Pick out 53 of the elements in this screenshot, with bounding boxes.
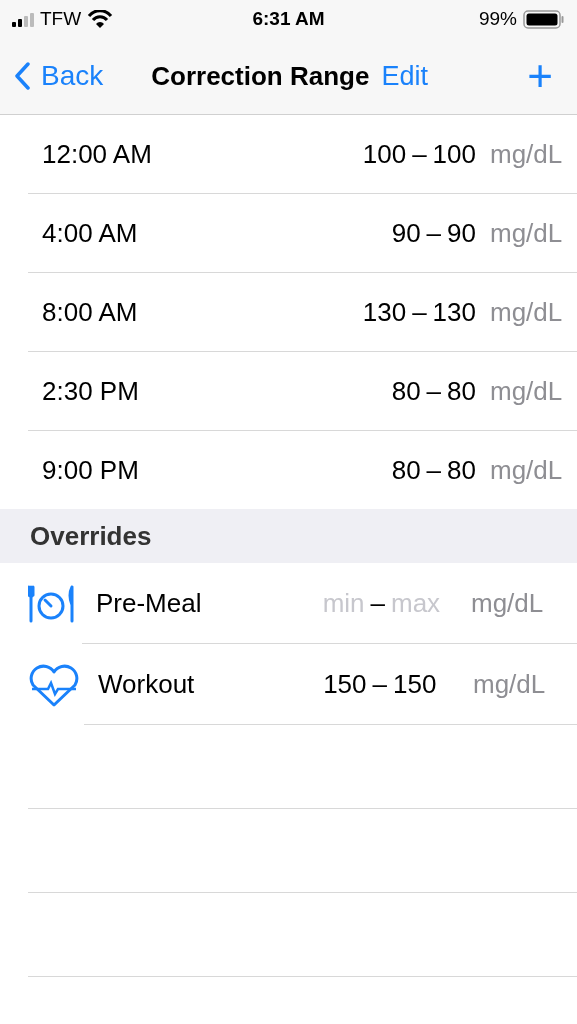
override-label: Workout [98,668,196,700]
range-separator: – [412,296,427,328]
range-separator: – [426,217,442,249]
range-min: 130 [362,296,407,328]
time-label: 12:00 AM [42,138,153,170]
range-separator: – [426,454,442,486]
range-max: 80 [447,375,476,407]
range-separator: – [412,138,427,170]
range-min: 100 [362,138,407,170]
range-min: 80 [391,454,421,486]
schedule-row[interactable]: 2:30 PM 80 – 80 mg/dL [28,352,577,431]
range-separator: – [426,375,442,407]
range-max-field[interactable]: 150 [393,668,459,700]
unit-label: mg/dL [490,138,563,170]
range-max: 100 [432,138,476,170]
unit-label: mg/dL [490,296,563,328]
range-min-field[interactable]: 150 [300,668,367,700]
battery-icon [523,9,565,29]
unit-label: mg/dL [490,217,563,249]
heart-pulse-icon [28,662,80,707]
unit-label: mg/dL [473,668,546,700]
time-label: 8:00 AM [42,296,139,328]
override-label: Pre-Meal [96,587,203,619]
range-min: 80 [391,375,421,407]
screen-title: Correction Range [151,60,370,92]
override-row[interactable]: Workout 150 – 150 mg/dL [0,644,577,725]
range-min-field[interactable]: min [298,587,365,619]
schedule-row[interactable]: 8:00 AM 130 – 130 mg/dL [28,273,577,352]
range-max-field[interactable]: max [391,587,457,619]
schedule-row[interactable]: 9:00 PM 80 – 80 mg/dL [28,431,577,509]
range-separator: – [370,587,385,619]
wifi-icon [87,9,114,29]
battery-percent: 99% [478,8,517,30]
time-label: 2:30 PM [42,375,140,407]
range-min: 90 [391,217,421,249]
range-max: 90 [447,217,476,249]
range-max: 130 [432,296,476,328]
signal-icon [12,11,34,27]
schedule-row[interactable]: 4:00 AM 90 – 90 mg/dL [28,194,577,273]
unit-label: mg/dL [490,454,563,486]
unit-label: mg/dL [490,375,563,407]
section-header: Overrides [0,509,577,563]
chevron-left-icon [14,62,31,90]
override-row[interactable]: Pre-Meal min – max mg/dL [0,563,577,644]
unit-label: mg/dL [471,587,544,619]
fork-timer-knife-icon [28,584,75,623]
time-label: 4:00 AM [42,217,139,249]
range-max: 80 [447,454,476,486]
carrier-name: TFW [40,8,82,30]
schedule-row[interactable]: 12:00 AM 100 – 100 mg/dL [28,115,577,194]
clock-time: 6:31 AM [251,8,326,30]
time-label: 9:00 PM [42,454,140,486]
range-separator: – [372,668,387,700]
